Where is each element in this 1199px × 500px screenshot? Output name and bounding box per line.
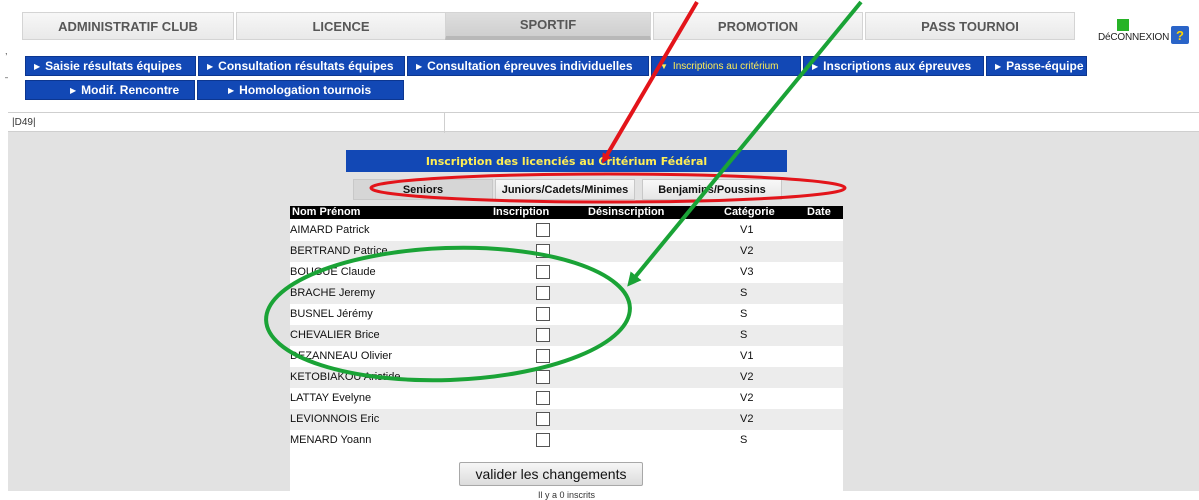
inscription-checkbox[interactable] <box>536 433 550 447</box>
tab-promotion[interactable]: PROMOTION <box>653 12 863 40</box>
tab-juniors-cadets-minimes[interactable]: Juniors/Cadets/Minimes <box>495 179 635 200</box>
table-row: BRACHE Jeremy S <box>290 283 843 304</box>
player-name: AIMARD Patrick <box>290 224 370 236</box>
submenu-label: Inscriptions aux épreuves <box>823 59 972 73</box>
inscription-checkbox[interactable] <box>536 265 550 279</box>
player-category: V2 <box>740 392 754 404</box>
table-row: DEZANNEAU Olivier V1 <box>290 346 843 367</box>
table-row: BOUGUE Claude V3 <box>290 262 843 283</box>
submit-button[interactable]: valider les changements <box>459 462 643 486</box>
table-row: AIMARD Patrick V1 <box>290 220 843 241</box>
table-row: MENARD Yoann S <box>290 430 843 451</box>
sub-menu: ▶ Saisie résultats équipes ▶ Consultation … <box>8 48 1199 112</box>
arrow-right-icon: ▶ <box>812 61 819 71</box>
submenu-label: Modif. Rencontre <box>81 83 180 97</box>
table-row: KETOBIAKOU Aristide V2 <box>290 367 843 388</box>
divider <box>444 113 445 133</box>
player-name: BRACHE Jeremy <box>290 287 375 299</box>
table-row: LATTAY Evelyne V2 <box>290 388 843 409</box>
tab-seniors[interactable]: Seniors <box>353 179 493 200</box>
submenu-label: Saisie résultats équipes <box>45 59 182 73</box>
player-name: CHEVALIER Brice <box>290 329 380 341</box>
page-frame: , – ADMINISTRATIF CLUB LICENCE SPORTIF P… <box>0 8 1199 500</box>
player-name: DEZANNEAU Olivier <box>290 350 393 362</box>
club-id: |D49| <box>12 117 36 128</box>
player-category: V1 <box>740 224 754 236</box>
player-category: V2 <box>740 413 754 425</box>
submenu-consultation-resultats-equipes[interactable]: ▶ Consultation résultats équipes <box>198 56 405 76</box>
submenu-inscriptions-criterium[interactable]: ▼ Inscriptions au critérium <box>651 56 801 76</box>
table-row: CHEVALIER Brice S <box>290 325 843 346</box>
table-row: BERTRAND Patrice V2 <box>290 241 843 262</box>
inscription-checkbox[interactable] <box>536 412 550 426</box>
top-navigation: ADMINISTRATIF CLUB LICENCE SPORTIF PROMO… <box>8 8 1199 48</box>
player-category: S <box>740 287 748 299</box>
arrow-right-icon: ▶ <box>34 61 41 71</box>
submenu-passe-equipe[interactable]: ▶ Passe-équipe <box>986 56 1087 76</box>
submenu-label: Homologation tournois <box>239 83 372 97</box>
help-icon[interactable]: ? <box>1171 26 1189 44</box>
player-category: S <box>740 329 748 341</box>
inscription-checkbox[interactable] <box>536 223 550 237</box>
col-nom-prenom: Nom Prénom <box>292 206 361 218</box>
submenu-modif-rencontre[interactable]: ▶ Modif. Rencontre <box>25 80 195 100</box>
panel-title: Inscription des licenciés au Critérium F… <box>346 150 787 172</box>
player-category: V2 <box>740 245 754 257</box>
table-row: LEVIONNOIS Eric V2 <box>290 409 843 430</box>
tab-administratif-club[interactable]: ADMINISTRATIF CLUB <box>22 12 234 40</box>
arrow-right-icon: ▶ <box>228 85 235 95</box>
player-name: BOUGUE Claude <box>290 266 376 278</box>
licensees-table: Nom Prénom Inscription Désinscription Ca… <box>290 206 843 500</box>
submenu-homologation-tournois[interactable]: ▶ Homologation tournois <box>197 80 404 100</box>
player-name: MENARD Yoann <box>290 434 372 446</box>
table-header: Nom Prénom Inscription Désinscription Ca… <box>290 206 843 219</box>
inscription-checkbox[interactable] <box>536 391 550 405</box>
arrow-down-icon: ▼ <box>660 61 668 71</box>
tab-licence[interactable]: LICENCE <box>236 12 446 40</box>
submenu-inscriptions-epreuves[interactable]: ▶ Inscriptions aux épreuves <box>803 56 984 76</box>
tab-benjamins-poussins[interactable]: Benjamins/Poussins <box>642 179 782 200</box>
player-category: V2 <box>740 371 754 383</box>
id-bar: |D49| <box>8 112 1199 133</box>
submenu-saisie-resultats-equipes[interactable]: ▶ Saisie résultats équipes <box>25 56 196 76</box>
table-row: BUSNEL Jérémy S <box>290 304 843 325</box>
arrow-right-icon: ▶ <box>995 61 1002 71</box>
inscription-checkbox[interactable] <box>536 307 550 321</box>
col-inscription: Inscription <box>493 206 550 218</box>
registered-count: Il y a 0 inscrits <box>537 490 595 500</box>
player-name: LATTAY Evelyne <box>290 392 372 404</box>
submenu-label: Consultation épreuves individuelles <box>427 59 633 73</box>
player-category: V3 <box>740 266 754 278</box>
player-category: S <box>740 434 748 446</box>
submenu-label: Passe-équipe <box>1006 59 1084 73</box>
tab-pass-tournoi[interactable]: PASS TOURNOI <box>865 12 1075 40</box>
inscription-checkbox[interactable] <box>536 244 550 258</box>
arrow-right-icon: ▶ <box>207 61 214 71</box>
arrow-right-icon: ▶ <box>70 85 77 95</box>
inscription-checkbox[interactable] <box>536 349 550 363</box>
submenu-consultation-epreuves-individuelles[interactable]: ▶ Consultation épreuves individuelles <box>407 56 649 76</box>
inscription-checkbox[interactable] <box>536 286 550 300</box>
player-category: S <box>740 308 748 320</box>
col-categorie: Catégorie <box>724 206 775 218</box>
status-indicator <box>1117 19 1129 31</box>
inscription-checkbox[interactable] <box>536 328 550 342</box>
submenu-label: Inscriptions au critérium <box>672 60 779 72</box>
player-name: BUSNEL Jérémy <box>290 308 373 320</box>
inscription-checkbox[interactable] <box>536 370 550 384</box>
tab-sportif[interactable]: SPORTIF <box>445 12 651 40</box>
submenu-label: Consultation résultats équipes <box>218 59 394 73</box>
col-date: Date <box>807 206 831 218</box>
logout-link[interactable]: DéCONNEXION <box>1098 32 1169 43</box>
player-category: V1 <box>740 350 754 362</box>
col-desinscription: Désinscription <box>588 206 665 218</box>
player-name: BERTRAND Patrice <box>290 245 388 257</box>
arrow-right-icon: ▶ <box>416 61 423 71</box>
player-name: KETOBIAKOU Aristide <box>290 371 401 383</box>
player-name: LEVIONNOIS Eric <box>290 413 380 425</box>
